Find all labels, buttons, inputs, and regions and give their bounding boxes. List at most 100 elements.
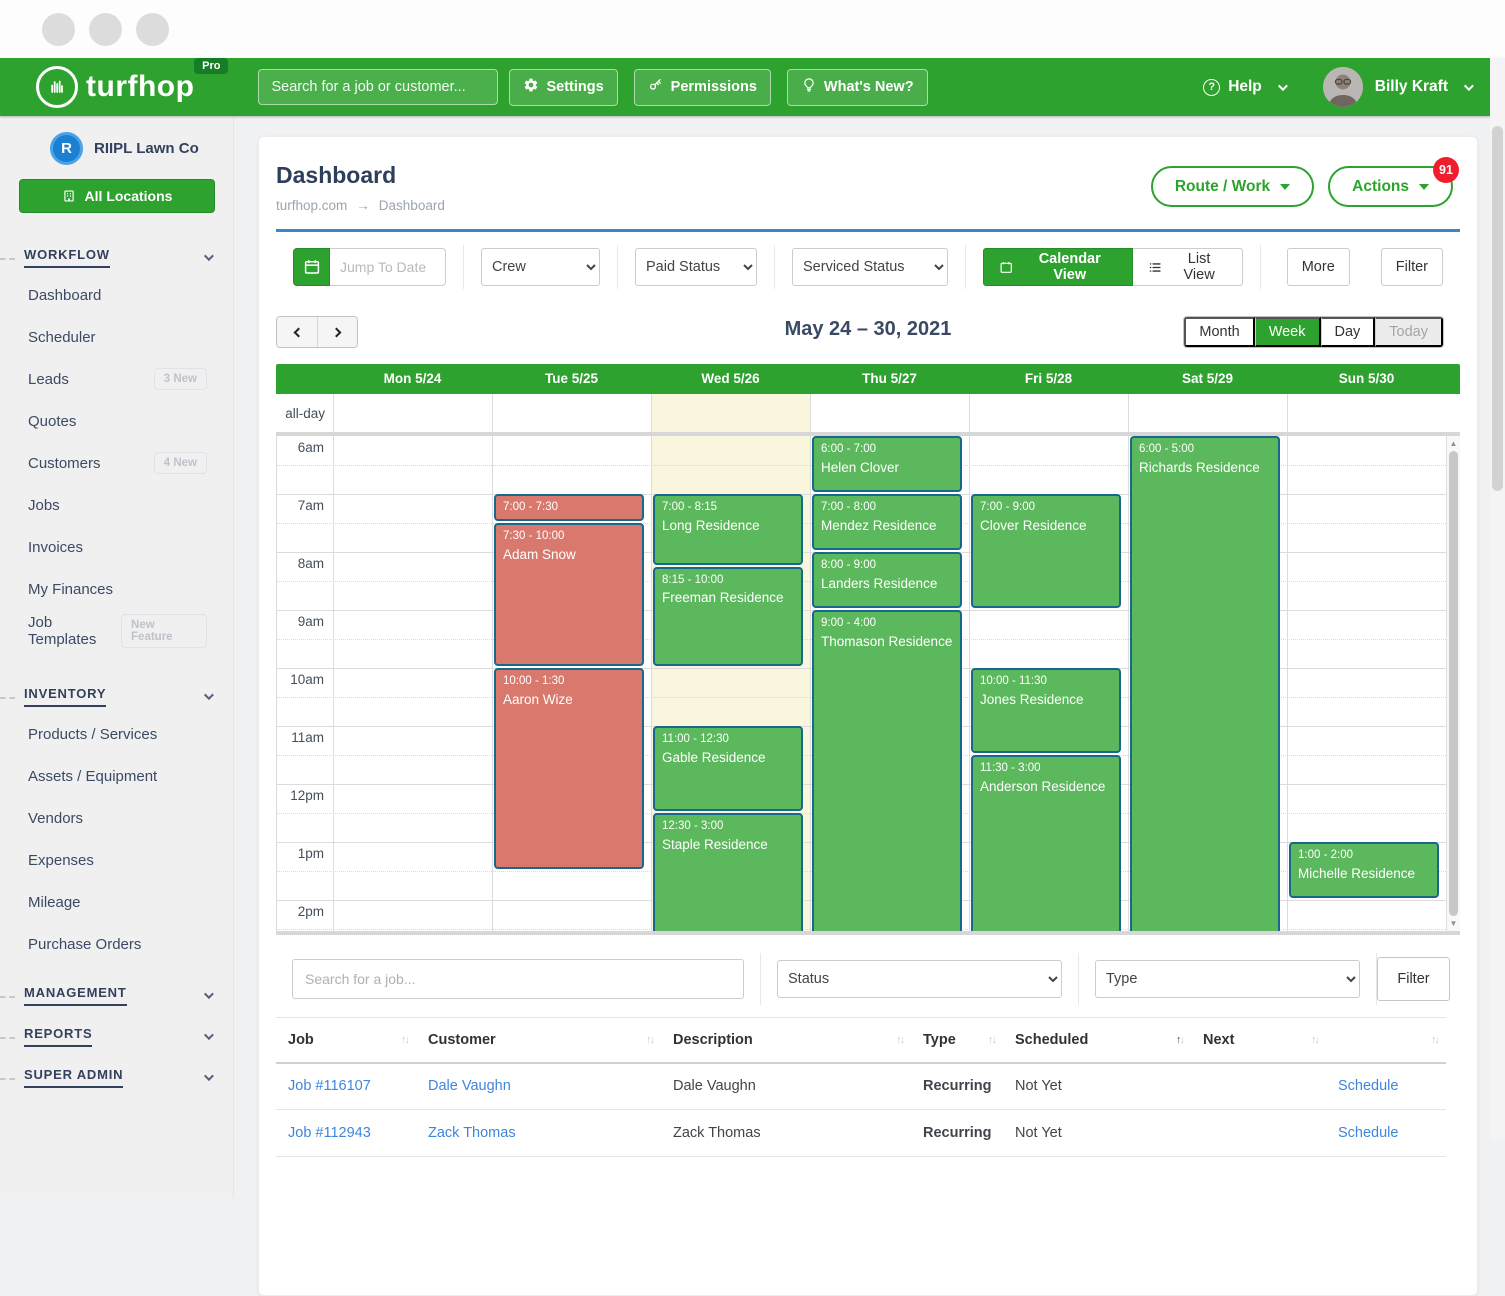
user-avatar[interactable] (1323, 67, 1363, 107)
column-header-customer[interactable]: Customer↑↓ (416, 1018, 661, 1063)
schedule-link[interactable]: Schedule (1338, 1125, 1398, 1141)
sidebar-item-jobs[interactable]: Jobs (0, 484, 233, 526)
breadcrumb-root[interactable]: turfhop.com (276, 198, 347, 213)
view-button-month[interactable]: Month (1184, 317, 1254, 347)
header-button-what-s-new[interactable]: What's New? (787, 69, 928, 106)
view-button-week[interactable]: Week (1255, 317, 1321, 347)
more-button[interactable]: More (1287, 248, 1350, 286)
app-logo[interactable]: turfhop Pro (36, 66, 194, 108)
sort-icon[interactable]: ↑↓ (1431, 1034, 1438, 1046)
scroll-up-icon[interactable]: ▲ (1447, 439, 1460, 448)
customer-link[interactable]: Zack Thomas (428, 1125, 516, 1141)
view-button-day[interactable]: Day (1321, 317, 1376, 347)
crew-select[interactable]: Crew (481, 248, 600, 286)
sidebar-item-quotes[interactable]: Quotes (0, 400, 233, 442)
header-button-permissions[interactable]: Permissions (634, 69, 771, 106)
header-button-settings[interactable]: Settings (509, 69, 617, 106)
all-day-cell[interactable] (492, 394, 651, 432)
sidebar-item-mileage[interactable]: Mileage (0, 881, 233, 923)
window-button-maximize[interactable] (136, 13, 169, 46)
sort-icon[interactable]: ↑↓ (1311, 1034, 1318, 1046)
sort-icon[interactable]: ↑↓ (896, 1034, 903, 1046)
actions-button[interactable]: Actions 91 (1328, 166, 1453, 207)
job-link[interactable]: Job #116107 (288, 1078, 371, 1094)
jump-to-date-input[interactable] (330, 248, 446, 286)
all-day-cell[interactable] (810, 394, 969, 432)
scrollbar-thumb[interactable] (1449, 451, 1458, 916)
calendar-view-button[interactable]: Calendar View (983, 248, 1133, 286)
sidebar-item-expenses[interactable]: Expenses (0, 839, 233, 881)
all-day-cell[interactable] (1128, 394, 1287, 432)
sort-icon[interactable]: ↑↓ (646, 1034, 653, 1046)
sidebar-item-products-services[interactable]: Products / Services (0, 713, 233, 755)
all-day-cell[interactable] (651, 394, 810, 432)
column-header-type[interactable]: Type↑↓ (911, 1018, 1003, 1063)
calendar-event[interactable]: 7:00 - 8:15Long Residence (653, 494, 803, 565)
route-work-button[interactable]: Route / Work (1151, 166, 1314, 207)
calendar-event[interactable]: 6:00 - 7:00Helen Clover (812, 436, 962, 492)
page-scrollbar[interactable] (1490, 58, 1505, 1140)
calendar-event[interactable]: 7:00 - 8:00Mendez Residence (812, 494, 962, 550)
calendar-event[interactable]: 8:15 - 10:00Freeman Residence (653, 567, 803, 667)
calendar-event[interactable]: 12:30 - 3:00Staple Residence (653, 813, 803, 931)
list-view-button[interactable]: List View (1133, 248, 1243, 286)
sidebar-item-invoices[interactable]: Invoices (0, 526, 233, 568)
sidebar-section-management[interactable]: MANAGEMENT (0, 985, 233, 1006)
sidebar-item-job-templates[interactable]: Job TemplatesNew Feature (0, 610, 233, 652)
sidebar-item-leads[interactable]: Leads3 New (0, 358, 233, 400)
column-header-description[interactable]: Description↑↓ (661, 1018, 911, 1063)
calendar-event[interactable]: 8:00 - 9:00Landers Residence (812, 552, 962, 608)
calendar-event[interactable]: 7:00 - 9:00Clover Residence (971, 494, 1121, 608)
sidebar-item-my-finances[interactable]: My Finances (0, 568, 233, 610)
calendar-event[interactable]: 10:00 - 11:30Jones Residence (971, 668, 1121, 753)
page-scrollbar-thumb[interactable] (1492, 126, 1503, 491)
scroll-down-icon[interactable]: ▼ (1447, 919, 1460, 928)
column-header-next[interactable]: Next↑↓ (1191, 1018, 1326, 1063)
calendar-event[interactable]: 6:00 - 5:00Richards Residence (1130, 436, 1280, 931)
sidebar-item-customers[interactable]: Customers4 New (0, 442, 233, 484)
calendar-event[interactable]: 7:00 - 7:30Tommy Lee (494, 494, 644, 521)
all-day-cell[interactable] (1287, 394, 1446, 432)
job-search-input[interactable] (292, 959, 744, 999)
job-link[interactable]: Job #112943 (288, 1125, 371, 1141)
sort-icon[interactable]: ↑↓ (1176, 1034, 1183, 1046)
sidebar-section-workflow[interactable]: WORKFLOW (0, 247, 233, 268)
sidebar-item-scheduler[interactable]: Scheduler (0, 316, 233, 358)
sidebar-section-super-admin[interactable]: SUPER ADMIN (0, 1067, 233, 1088)
column-header-job[interactable]: Job↑↓ (276, 1018, 416, 1063)
calendar-event[interactable]: 11:00 - 12:30Gable Residence (653, 726, 803, 811)
all-locations-button[interactable]: All Locations (19, 179, 215, 213)
calendar-event[interactable]: 7:30 - 10:00Adam Snow (494, 523, 644, 666)
calendar-event[interactable]: 11:30 - 3:00Anderson Residence (971, 755, 1121, 931)
column-header-scheduled[interactable]: Scheduled↑↓ (1003, 1018, 1191, 1063)
calendar-event[interactable]: 1:00 - 2:00Michelle Residence (1289, 842, 1439, 898)
calendar-event[interactable]: 9:00 - 4:00Thomason Residence (812, 610, 962, 931)
serviced-status-select[interactable]: Serviced Status (792, 248, 948, 286)
window-button-close[interactable] (42, 13, 75, 46)
job-status-select[interactable]: Status (777, 960, 1062, 998)
sidebar-item-assets-equipment[interactable]: Assets / Equipment (0, 755, 233, 797)
schedule-link[interactable]: Schedule (1338, 1078, 1398, 1094)
user-menu[interactable]: Billy Kraft (1375, 78, 1471, 96)
window-button-minimize[interactable] (89, 13, 122, 46)
sidebar-section-reports[interactable]: REPORTS (0, 1026, 233, 1047)
calendar-scrollbar[interactable]: ▲ ▼ (1446, 436, 1460, 931)
all-day-cell[interactable] (969, 394, 1128, 432)
global-search-input[interactable] (258, 69, 498, 105)
paid-status-select[interactable]: Paid Status (635, 248, 757, 286)
sidebar-item-dashboard[interactable]: Dashboard (0, 274, 233, 316)
customer-link[interactable]: Dale Vaughn (428, 1078, 511, 1094)
all-day-cell[interactable] (333, 394, 492, 432)
sidebar-item-purchase-orders[interactable]: Purchase Orders (0, 923, 233, 965)
filter-button[interactable]: Filter (1381, 248, 1443, 286)
calendar-event[interactable]: 10:00 - 1:30Aaron Wize (494, 668, 644, 869)
sort-icon[interactable]: ↑↓ (401, 1034, 408, 1046)
job-type-select[interactable]: Type (1095, 960, 1360, 998)
sort-icon[interactable]: ↑↓ (988, 1034, 995, 1046)
sidebar-item-vendors[interactable]: Vendors (0, 797, 233, 839)
jump-to-date-button[interactable] (293, 248, 330, 286)
jobs-filter-button[interactable]: Filter (1377, 957, 1450, 1001)
sidebar-section-inventory[interactable]: INVENTORY (0, 686, 233, 707)
help-menu[interactable]: ? Help (1203, 78, 1285, 96)
column-header-actions[interactable]: ↑↓ (1326, 1018, 1446, 1063)
